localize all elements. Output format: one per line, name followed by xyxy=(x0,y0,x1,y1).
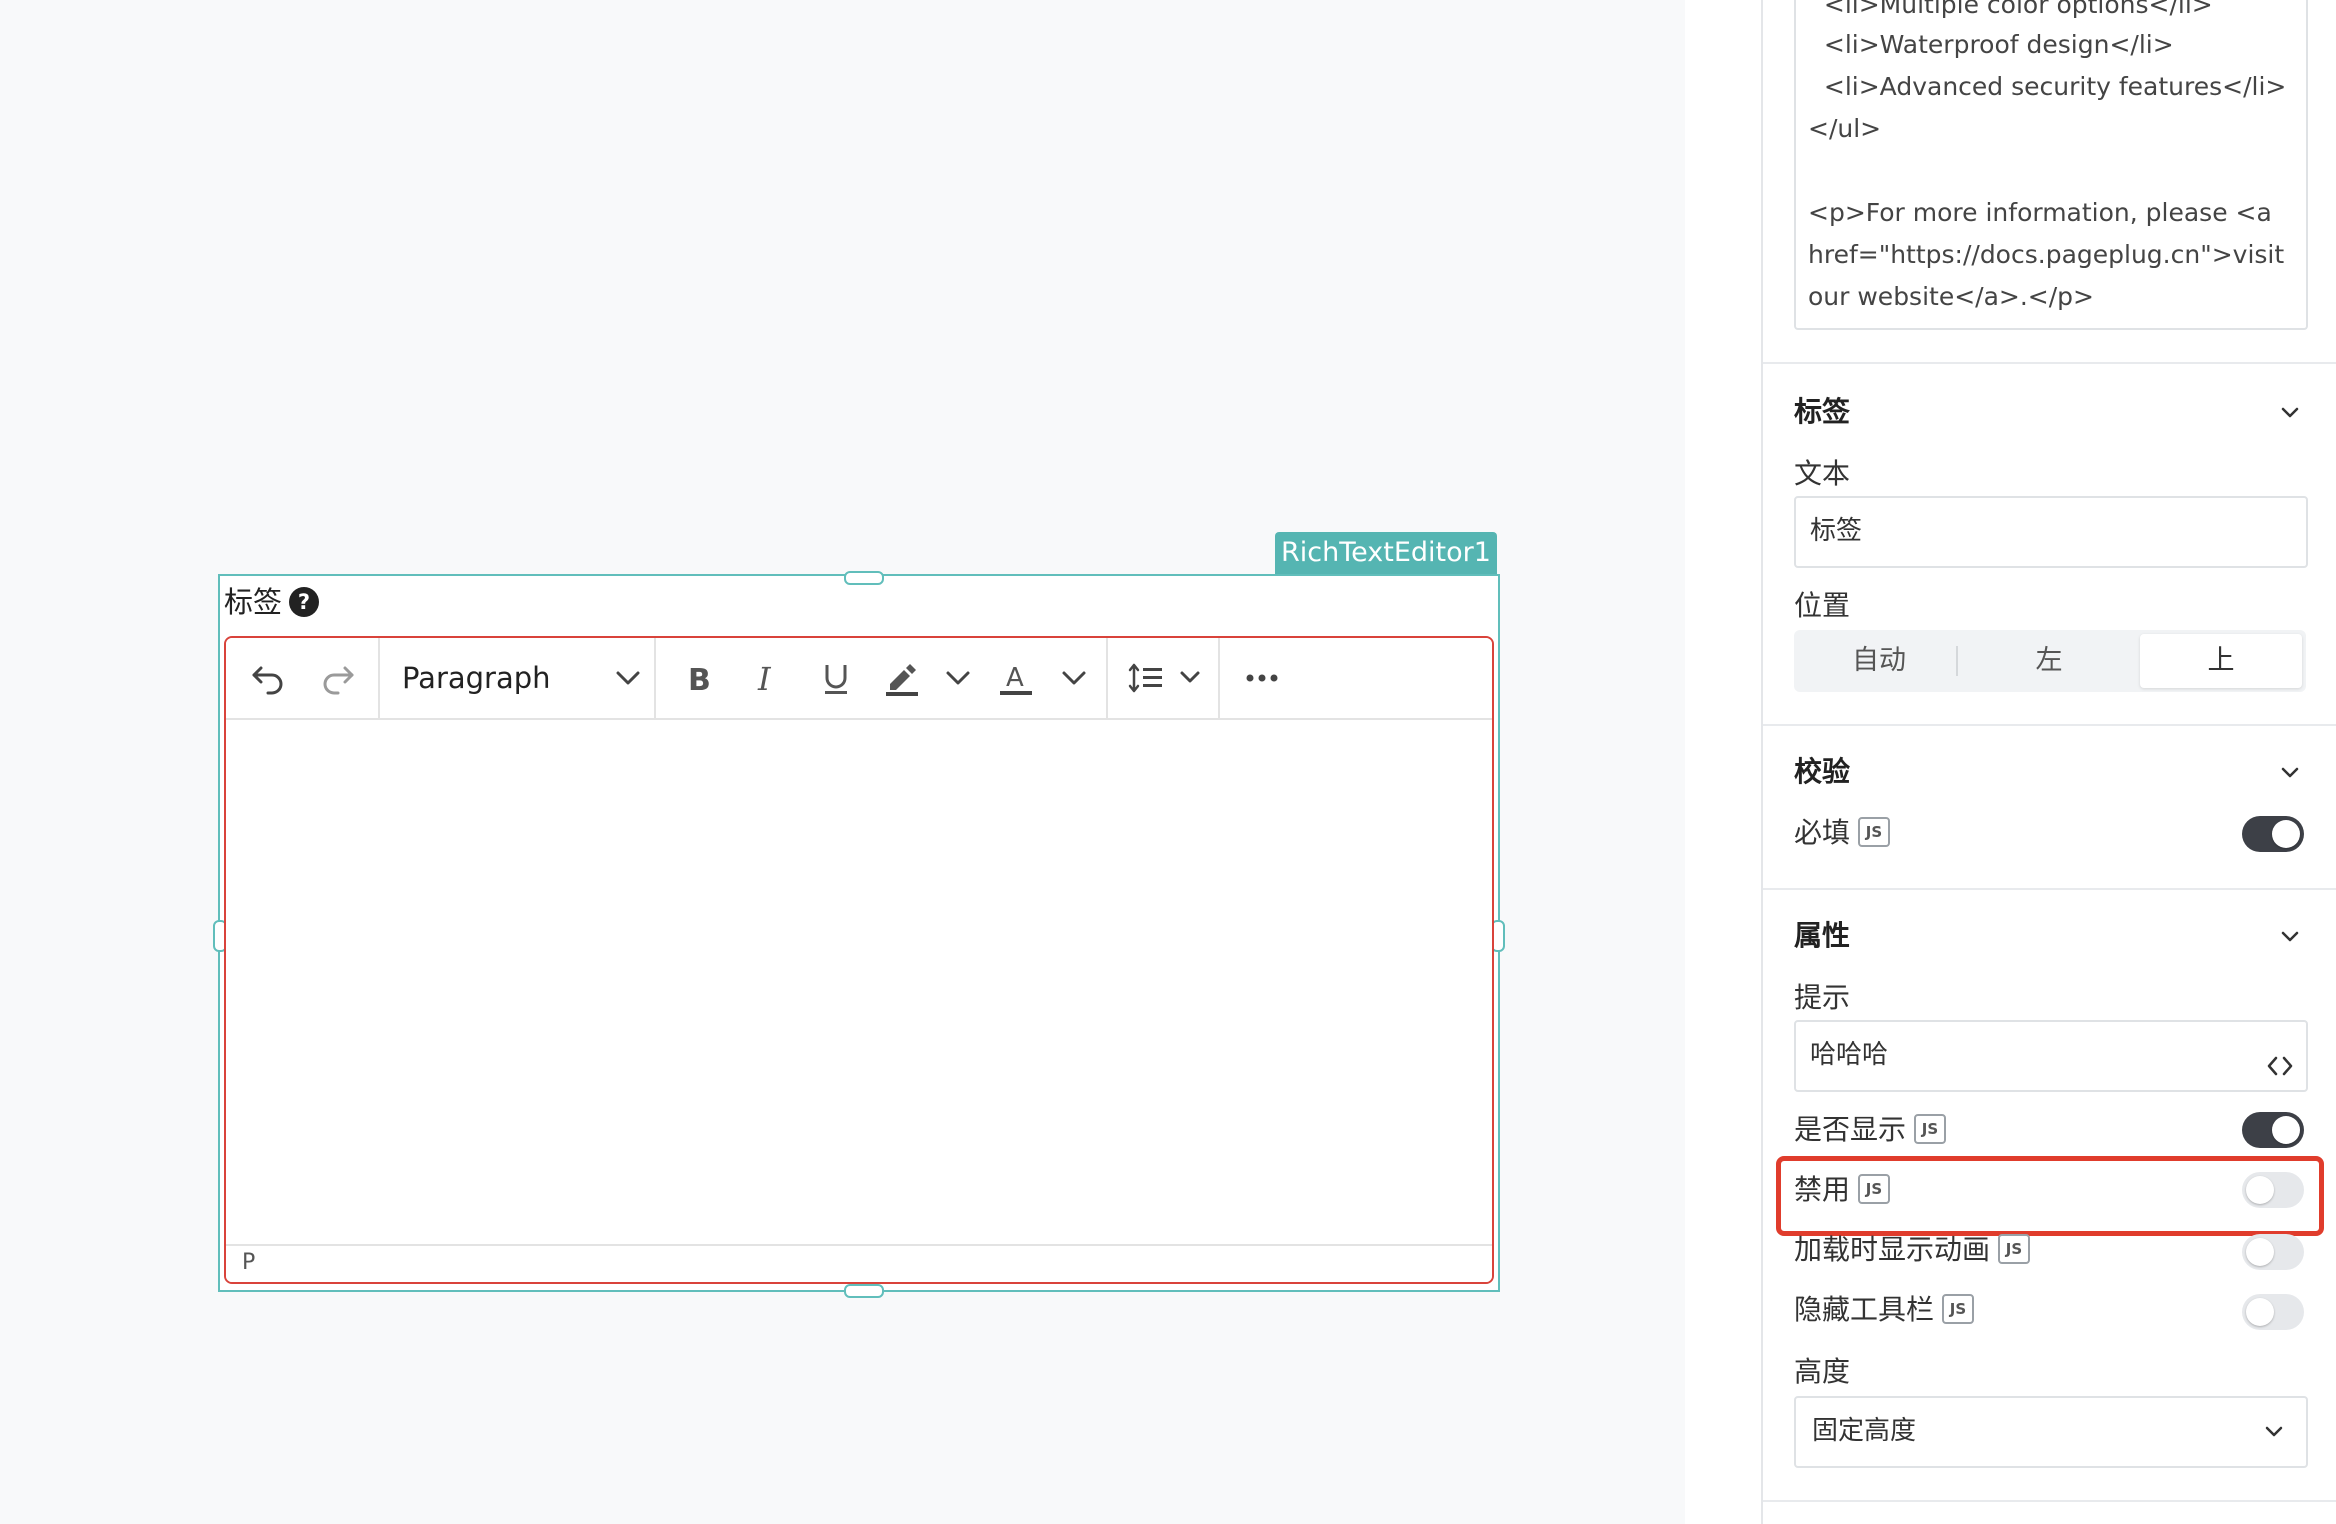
code-line: <li>Waterproof design</li> xyxy=(1808,30,2174,59)
field-label-required: 必填 xyxy=(1794,816,1851,849)
code-line: <li>Multiple color options</li> xyxy=(1808,0,2213,19)
js-toggle-badge[interactable]: JS xyxy=(1914,1114,1946,1144)
js-toggle-badge[interactable]: JS xyxy=(1858,1174,1890,1204)
text-color-icon[interactable]: A xyxy=(996,658,1036,698)
toggle-knob xyxy=(2246,1176,2274,1204)
svg-text:B: B xyxy=(688,663,711,698)
section-divider xyxy=(1763,362,2336,364)
field-label-hide-toolbar: 隐藏工具栏 xyxy=(1794,1293,1935,1326)
field-label-text: 文本 xyxy=(1794,457,1851,490)
required-toggle[interactable] xyxy=(2242,816,2304,852)
field-label-position: 位置 xyxy=(1794,589,1851,622)
redo-icon[interactable] xyxy=(318,658,358,698)
section-divider xyxy=(1763,888,2336,890)
section-title-label[interactable]: 标签 xyxy=(1794,394,1850,430)
label-position-segmented: 自动 左 上 xyxy=(1794,630,2306,692)
line-height-icon[interactable] xyxy=(1126,658,1166,698)
toolbar-separator xyxy=(378,638,380,718)
section-divider xyxy=(1763,724,2336,726)
animate-on-load-toggle[interactable] xyxy=(2242,1234,2304,1270)
chevron-down-icon[interactable] xyxy=(1054,658,1094,698)
editor-content-area[interactable] xyxy=(226,720,1492,1220)
toolbar-separator xyxy=(1106,638,1108,718)
field-label-visible: 是否显示 xyxy=(1794,1113,1907,1146)
toolbar-separator xyxy=(1218,638,1220,718)
toolbar-separator xyxy=(654,638,656,718)
field-label-height: 高度 xyxy=(1794,1355,1851,1388)
svg-text:A: A xyxy=(1006,663,1024,693)
section-divider xyxy=(1763,1500,2336,1502)
block-format-select[interactable]: Paragraph xyxy=(402,660,551,696)
field-label-disabled: 禁用 xyxy=(1794,1173,1851,1206)
height-select[interactable]: 固定高度 xyxy=(1794,1396,2308,1468)
widget-label: 标签 xyxy=(224,585,283,619)
toggle-knob xyxy=(2272,820,2300,848)
position-option-top[interactable]: 上 xyxy=(2140,634,2302,688)
question-circle-icon[interactable]: ? xyxy=(289,587,319,617)
editor-toolbar: Paragraph B I A xyxy=(226,638,1492,720)
svg-text:I: I xyxy=(757,660,772,698)
position-option-auto[interactable]: 自动 xyxy=(1794,630,1964,692)
toggle-knob xyxy=(2246,1298,2274,1326)
segment-divider xyxy=(1956,646,1958,676)
tooltip-value: 哈哈哈 xyxy=(1810,1040,1889,1070)
more-horizontal-icon[interactable] xyxy=(1242,658,1282,698)
chevron-down-icon[interactable] xyxy=(2276,758,2304,786)
disabled-toggle[interactable] xyxy=(2242,1172,2304,1208)
visible-toggle[interactable] xyxy=(2242,1112,2304,1148)
label-text-value: 标签 xyxy=(1810,516,1863,546)
highlight-color-icon[interactable] xyxy=(882,658,922,698)
js-toggle-badge[interactable]: JS xyxy=(1998,1234,2030,1264)
element-path[interactable]: P xyxy=(242,1248,255,1278)
italic-icon[interactable]: I xyxy=(748,658,788,698)
tooltip-input[interactable]: 哈哈哈 xyxy=(1794,1020,2308,1092)
bold-icon[interactable]: B xyxy=(680,658,720,698)
label-text-input[interactable]: 标签 xyxy=(1794,496,2308,568)
chevron-down-icon xyxy=(2265,1426,2283,1437)
toggle-knob xyxy=(2272,1116,2300,1144)
js-toggle-badge[interactable]: JS xyxy=(1858,817,1890,847)
section-title-validation[interactable]: 校验 xyxy=(1794,754,1850,790)
hide-toolbar-toggle[interactable] xyxy=(2242,1294,2304,1330)
undo-icon[interactable] xyxy=(248,658,288,698)
underline-icon[interactable] xyxy=(816,658,856,698)
field-label-tooltip: 提示 xyxy=(1794,981,1851,1014)
resize-handle-top[interactable] xyxy=(844,571,884,585)
panel-gutter xyxy=(1685,0,1761,1524)
chevron-down-icon[interactable] xyxy=(2276,922,2304,950)
chevron-down-icon[interactable] xyxy=(938,658,978,698)
code-line: </ul> xyxy=(1808,114,1882,143)
section-title-properties[interactable]: 属性 xyxy=(1794,918,1850,954)
chevron-down-icon[interactable] xyxy=(608,658,648,698)
code-line: <p>For more information, please <a xyxy=(1808,198,2272,227)
code-line: our website</a>.</p> xyxy=(1808,282,2094,311)
position-option-left[interactable]: 左 xyxy=(1964,630,2134,692)
editor-statusbar: P xyxy=(226,1244,1492,1282)
chevron-down-icon[interactable] xyxy=(1170,658,1210,698)
code-brackets-icon[interactable] xyxy=(2266,1054,2294,1078)
rich-text-editor[interactable]: Paragraph B I A P xyxy=(224,636,1494,1284)
toggle-knob xyxy=(2246,1238,2274,1266)
js-toggle-badge[interactable]: JS xyxy=(1942,1294,1974,1324)
height-select-value: 固定高度 xyxy=(1812,1416,1917,1446)
resize-handle-bottom[interactable] xyxy=(844,1284,884,1298)
code-line: <li>Advanced security features</li> xyxy=(1808,72,2287,101)
widget-name-tag[interactable]: RichTextEditor1 xyxy=(1275,532,1497,574)
field-label-animate: 加载时显示动画 xyxy=(1794,1233,1991,1266)
chevron-down-icon[interactable] xyxy=(2276,398,2304,426)
code-line: href="https://docs.pageplug.cn">visit xyxy=(1808,240,2285,269)
